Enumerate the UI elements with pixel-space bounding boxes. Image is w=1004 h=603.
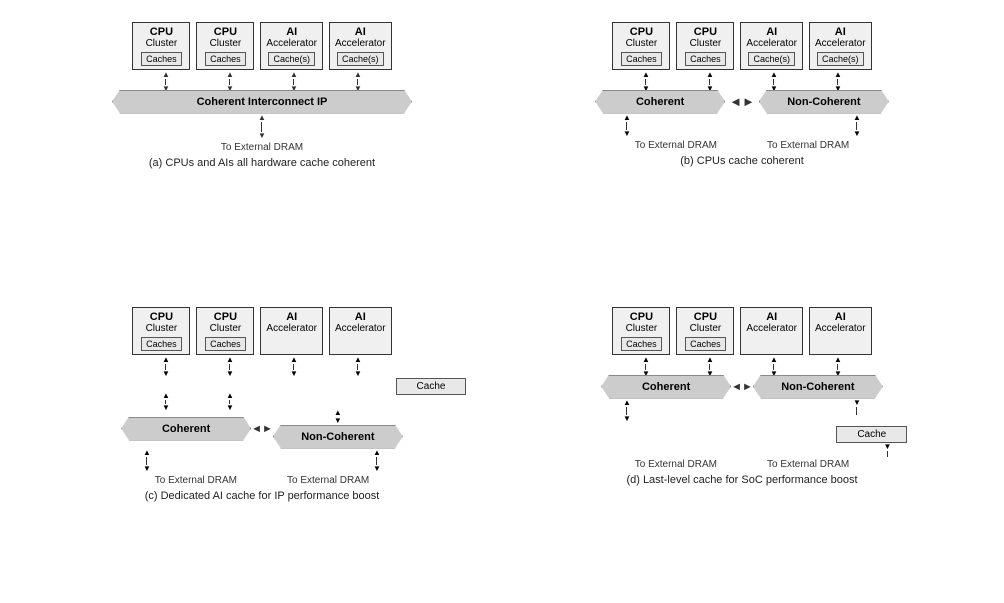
unit-cpu1-a: CPU Cluster Caches [132, 22, 190, 70]
dram-label-b2: To External DRAM [767, 140, 849, 151]
page: CPU Cluster Caches CPU Cluster Caches AI… [22, 12, 982, 592]
cache-box-d: Cache [836, 426, 907, 443]
noncoherent-banner-b: Non-Coherent [759, 90, 889, 114]
unit-cpu1-b: CPU Cluster Caches [612, 22, 670, 70]
unit-ai2-a: AI Accelerator Cache(s) [329, 22, 392, 70]
unit-ai2-d: AI Accelerator [809, 307, 872, 355]
unit-ai1-d: AI Accelerator [740, 307, 803, 355]
diagram-b: CPU Cluster Caches CPU Cluster Caches AI… [512, 22, 972, 297]
caption-a: (a) CPUs and AIs all hardware cache cohe… [149, 157, 375, 169]
boxes-row-a: CPU Cluster Caches CPU Cluster Caches AI… [132, 22, 391, 70]
unit-ai2-c: AI Accelerator [329, 307, 392, 355]
dram-label-b1: To External DRAM [635, 140, 717, 151]
unit-ai2-b: AI Accelerator Cache(s) [809, 22, 872, 70]
boxes-row-c: CPU Cluster Caches CPU Cluster Caches AI… [132, 307, 391, 355]
banner-row-b: Coherent ◄► Non-Coherent [595, 90, 889, 114]
caption-d: (d) Last-level cache for SoC performance… [626, 474, 857, 486]
dram-label-d2: To External DRAM [767, 459, 849, 470]
h-arrow-d: ◄► [731, 381, 753, 393]
diagram-c: CPU Cluster Caches CPU Cluster Caches AI… [32, 307, 492, 582]
arrows-d-top: ▲ ▼ ▲ ▼ ▲ ▼ [617, 359, 867, 375]
dram-row-d: To External DRAM To External DRAM [635, 457, 850, 470]
coherent-banner-c: Coherent [121, 417, 251, 441]
diagram-d: CPU Cluster Caches CPU Cluster Caches AI… [512, 307, 972, 582]
dram-label-d1: To External DRAM [635, 459, 717, 470]
unit-cpu2-c: CPU Cluster Caches [196, 307, 254, 355]
h-arrow-b: ◄► [729, 94, 755, 109]
coherent-banner-b: Coherent [595, 90, 725, 114]
boxes-row-d: CPU Cluster Caches CPU Cluster Caches AI… [612, 307, 871, 355]
noncoherent-banner-d: Non-Coherent [753, 375, 883, 399]
caption-c: (c) Dedicated AI cache for IP performanc… [145, 490, 380, 502]
coherent-banner-d: Coherent [601, 375, 731, 399]
cache-box-c: Cache [396, 378, 467, 395]
unit-ai1-b: AI Accelerator Cache(s) [740, 22, 803, 70]
unit-cpu1-d: CPU Cluster Caches [612, 307, 670, 355]
boxes-row-b: CPU Cluster Caches CPU Cluster Caches AI… [612, 22, 871, 70]
noncoherent-banner-c: Non-Coherent [273, 425, 403, 449]
unit-ai1-c: AI Accelerator [260, 307, 323, 355]
arrows-c-top: ▲ ▼ ▲ ▼ ▲ ▼ [137, 359, 387, 375]
h-arrow-c: ◄► [251, 423, 273, 435]
dram-label-c1: To External DRAM [155, 475, 237, 486]
caption-b: (b) CPUs cache coherent [680, 155, 804, 167]
dram-row-b: To External DRAM To External DRAM [635, 138, 850, 151]
arrows-b: ▲ ▼ ▲ ▼ ▲ ▼ [617, 74, 867, 90]
unit-cpu2-a: CPU Cluster Caches [196, 22, 254, 70]
unit-cpu1-c: CPU Cluster Caches [132, 307, 190, 355]
unit-cpu2-b: CPU Cluster Caches [676, 22, 734, 70]
dram-label-c2: To External DRAM [287, 475, 369, 486]
diagram-a: CPU Cluster Caches CPU Cluster Caches AI… [32, 22, 492, 297]
arrows-a: ▲ ▼ ▲ ▼ ▲ ▼ [137, 74, 387, 90]
dram-label-a: To External DRAM [221, 142, 303, 153]
interconnect-banner-a: Coherent Interconnect IP [112, 90, 412, 114]
dram-row-c: To External DRAM To External DRAM [155, 473, 370, 486]
unit-cpu2-d: CPU Cluster Caches [676, 307, 734, 355]
unit-ai1-a: AI Accelerator Cache(s) [260, 22, 323, 70]
